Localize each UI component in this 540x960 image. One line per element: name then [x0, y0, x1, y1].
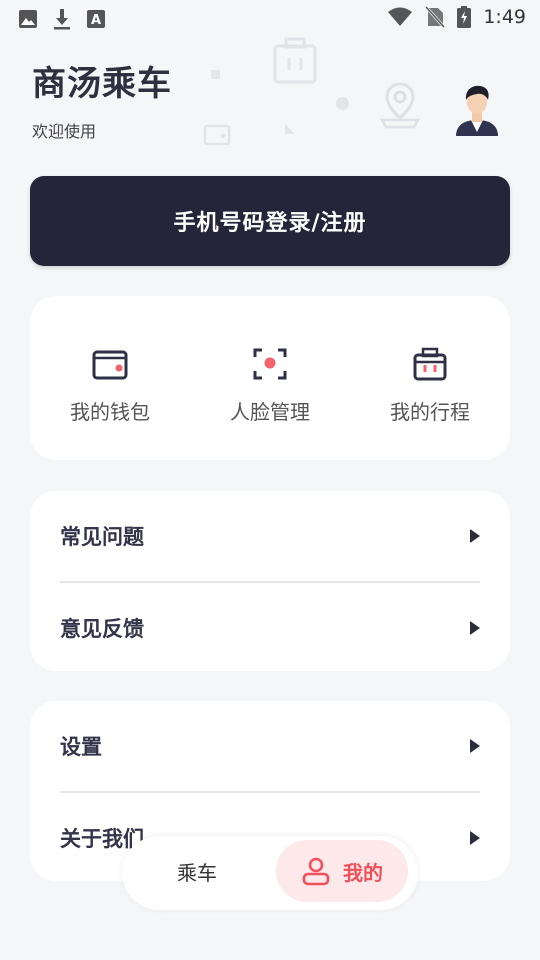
menu-item-faq[interactable]: 常见问题	[30, 491, 510, 581]
status-time: 1:49	[483, 6, 526, 28]
menu-item-label: 设置	[60, 735, 102, 759]
wallet-icon	[92, 350, 128, 380]
nav-tab-mine[interactable]: 我的	[276, 840, 408, 902]
bottom-nav: 乘车 我的	[122, 836, 418, 910]
deco-location-icon	[379, 82, 421, 129]
nav-tab-label: 我的	[343, 860, 383, 885]
help-menu-card: 常见问题 意见反馈	[30, 491, 510, 671]
quick-action-trips[interactable]: 我的行程	[350, 296, 510, 460]
quick-action-label: 我的钱包	[70, 400, 150, 424]
chevron-right-icon	[470, 529, 480, 543]
menu-item-feedback[interactable]: 意见反馈	[30, 583, 510, 673]
deco-triangle	[285, 124, 295, 134]
face-scan-icon	[253, 348, 287, 380]
user-icon	[302, 857, 330, 886]
quick-action-label: 我的行程	[390, 400, 470, 424]
font-a-icon: A	[87, 10, 105, 28]
chevron-right-icon	[470, 739, 480, 753]
menu-item-label: 意见反馈	[60, 617, 144, 641]
deco-dot	[336, 97, 349, 110]
login-register-button[interactable]: 手机号码登录/注册	[30, 176, 510, 266]
svg-text:A: A	[91, 13, 101, 28]
menu-item-settings[interactable]: 设置	[30, 701, 510, 791]
welcome-subtitle: 欢迎使用	[32, 122, 97, 141]
image-icon	[19, 10, 37, 28]
deco-square	[211, 70, 220, 79]
quick-action-wallet[interactable]: 我的钱包	[30, 296, 190, 460]
deco-wallet-icon	[203, 124, 231, 146]
status-bar: A 1:49	[0, 0, 540, 36]
avatar[interactable]	[450, 82, 504, 136]
chevron-right-icon	[470, 621, 480, 635]
battery-charging-icon	[457, 6, 472, 28]
wifi-icon	[388, 7, 413, 26]
app-title: 商汤乘车	[32, 64, 172, 104]
quick-actions-card: 我的钱包 人脸管理 我的行程	[30, 296, 510, 460]
no-sim-icon	[425, 6, 446, 28]
quick-action-face[interactable]: 人脸管理	[190, 296, 350, 460]
chevron-right-icon	[470, 831, 480, 845]
profile-header: 商汤乘车 欢迎使用	[0, 36, 540, 166]
quick-action-label: 人脸管理	[230, 400, 310, 424]
deco-luggage-icon	[273, 37, 317, 84]
luggage-icon	[413, 347, 447, 381]
download-icon	[54, 9, 70, 30]
nav-tab-ride[interactable]: 乘车	[152, 856, 242, 890]
menu-item-label: 常见问题	[60, 525, 144, 549]
